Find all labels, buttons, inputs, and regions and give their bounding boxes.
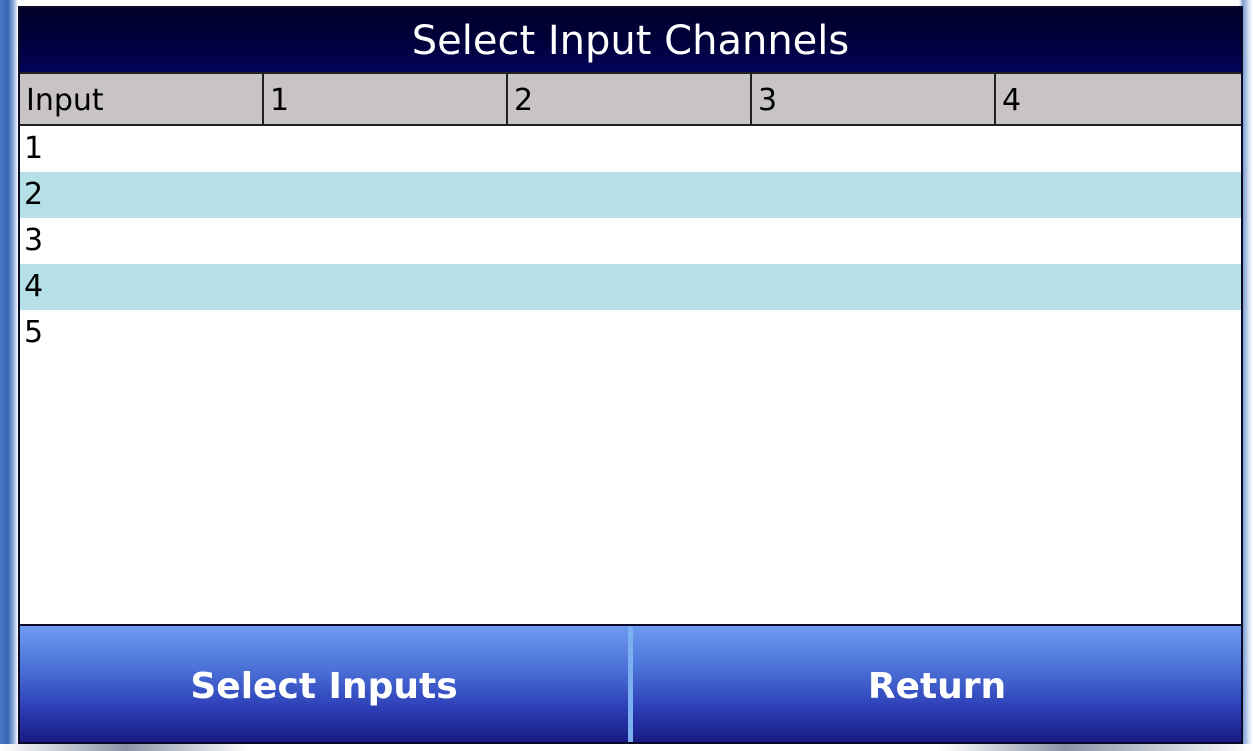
table-header: Input 1 2 3 4: [20, 72, 1241, 126]
column-header-2[interactable]: 2: [508, 74, 752, 124]
input-table-body: 1 2 3 4 5: [20, 126, 1241, 624]
column-header-1[interactable]: 1: [264, 74, 508, 124]
select-input-channels-window: Select Input Channels Input 1 2 3 4 1 2 …: [18, 6, 1243, 744]
table-row[interactable]: 4: [20, 264, 1241, 310]
table-row[interactable]: 5: [20, 310, 1241, 356]
table-row[interactable]: 2: [20, 172, 1241, 218]
table-row[interactable]: 3: [20, 218, 1241, 264]
screen-bottom-edge: [0, 744, 1253, 751]
column-header-input[interactable]: Input: [20, 74, 264, 124]
window-title: Select Input Channels: [20, 8, 1241, 72]
table-row[interactable]: 1: [20, 126, 1241, 172]
return-button[interactable]: Return: [633, 626, 1241, 742]
column-header-4[interactable]: 4: [996, 74, 1241, 124]
button-bar: Select Inputs Return: [20, 624, 1241, 742]
column-header-3[interactable]: 3: [752, 74, 996, 124]
select-inputs-button[interactable]: Select Inputs: [20, 626, 628, 742]
